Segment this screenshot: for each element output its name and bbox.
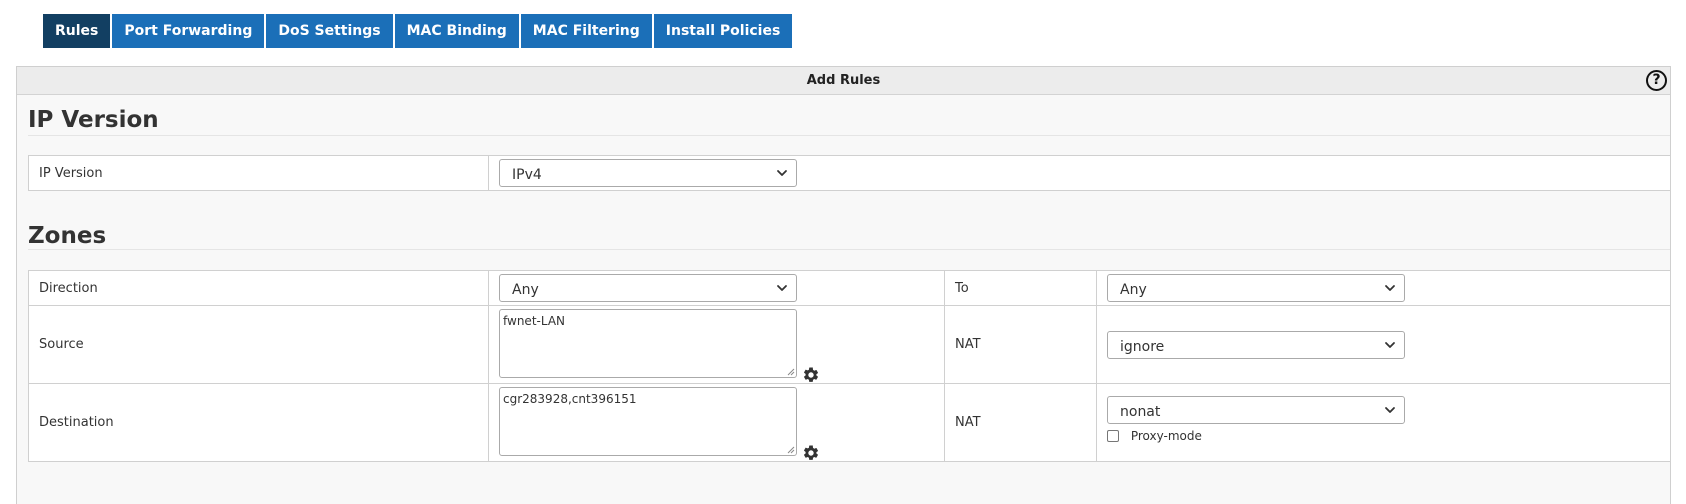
add-rules-panel: Add Rules ? IP Version IP Version IPv4 Z… (16, 66, 1671, 504)
destination-nat-select-value: nonat (1120, 404, 1161, 421)
destination-nat-select[interactable]: nonat (1107, 396, 1405, 425)
section-divider (28, 249, 1670, 250)
proxy-mode-checkbox[interactable] (1107, 429, 1119, 442)
destination-cell: cgr283928,cnt396151 (488, 383, 945, 462)
panel-header: Add Rules ? (17, 67, 1670, 95)
ip-version-cell: IPv4 (488, 155, 1671, 191)
source-nat-select[interactable]: ignore (1107, 330, 1405, 359)
source-textarea[interactable]: fwnet-LAN (499, 308, 797, 378)
to-select[interactable]: Any (1107, 274, 1405, 302)
ip-version-select[interactable]: IPv4 (499, 159, 797, 187)
tab-bar: Rules Port Forwarding DoS Settings MAC B… (43, 14, 793, 48)
chevron-down-icon (1385, 341, 1395, 348)
question-circle-icon[interactable]: ? (1646, 70, 1667, 91)
to-cell: Any (1096, 270, 1671, 306)
tab-mac-binding[interactable]: MAC Binding (394, 14, 519, 48)
source-nat-cell: ignore (1096, 305, 1671, 384)
section-divider (28, 135, 1670, 136)
ip-version-table: IP Version IPv4 (28, 155, 1671, 191)
tab-mac-filtering[interactable]: MAC Filtering (520, 14, 652, 48)
direction-row: Direction Any To Any (28, 270, 1671, 306)
source-cell: fwnet-LAN (488, 305, 945, 384)
resize-grip-icon[interactable] (786, 445, 795, 454)
resize-grip-icon[interactable] (786, 367, 795, 376)
direction-select-value: Any (512, 282, 539, 298)
source-nat-label: NAT (944, 305, 1097, 384)
source-label: Source (28, 305, 489, 384)
destination-textarea-value: cgr283928,cnt396151 (503, 391, 637, 406)
zones-section-title: Zones (28, 223, 107, 249)
tab-install-policies[interactable]: Install Policies (653, 14, 793, 48)
chevron-down-icon (777, 285, 787, 291)
chevron-down-icon (777, 170, 787, 176)
chevron-down-icon (1385, 285, 1395, 291)
tab-dos-settings[interactable]: DoS Settings (266, 14, 393, 48)
direction-select[interactable]: Any (499, 274, 797, 302)
destination-nat-label: NAT (944, 383, 1097, 462)
destination-label: Destination (28, 383, 489, 462)
ip-version-section-title: IP Version (28, 107, 159, 133)
to-label: To (944, 270, 1097, 306)
proxy-mode-label: Proxy-mode (1130, 428, 1202, 443)
zones-table: Direction Any To Any Source fwnet-LAN NA… (28, 270, 1671, 462)
source-field-wrap: fwnet-LAN (499, 308, 821, 384)
panel-title: Add Rules (806, 73, 881, 88)
tab-rules[interactable]: Rules (43, 14, 111, 48)
tab-port-forwarding[interactable]: Port Forwarding (112, 14, 265, 48)
source-nat-select-value: ignore (1120, 338, 1165, 355)
direction-cell: Any (488, 270, 945, 306)
ip-version-select-value: IPv4 (512, 167, 542, 183)
ip-version-row: IP Version IPv4 (28, 155, 1671, 191)
gear-icon[interactable] (802, 444, 820, 462)
chevron-down-icon (1385, 407, 1395, 414)
gear-icon[interactable] (802, 366, 820, 384)
destination-row: Destination cgr283928,cnt396151 NAT nona… (28, 383, 1671, 462)
to-select-value: Any (1120, 282, 1147, 298)
source-row: Source fwnet-LAN NAT ignore (28, 305, 1671, 384)
source-textarea-value: fwnet-LAN (503, 313, 565, 328)
destination-nat-cell: nonat Proxy-mode (1096, 383, 1671, 462)
destination-field-wrap: cgr283928,cnt396151 (499, 386, 821, 462)
ip-version-label: IP Version (28, 155, 489, 191)
proxy-mode-wrap: Proxy-mode (1107, 428, 1660, 443)
direction-label: Direction (28, 270, 489, 306)
destination-textarea[interactable]: cgr283928,cnt396151 (499, 386, 797, 456)
